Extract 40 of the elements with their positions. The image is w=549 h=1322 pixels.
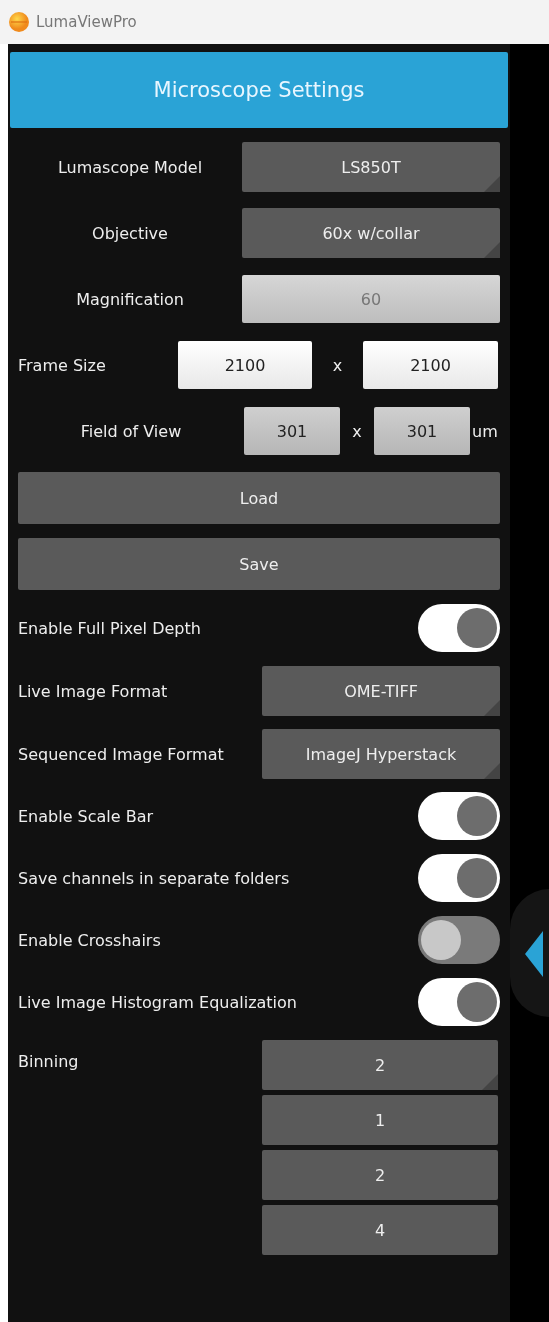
readonly-field: 60 (242, 275, 500, 323)
dropdown-button[interactable]: ImageJ Hyperstack (262, 729, 500, 779)
action-button[interactable]: Save (18, 538, 500, 590)
setting-label: Live Image Histogram Equalization (18, 992, 297, 1012)
setting-label: Magnification (75, 289, 185, 309)
setting-label: Sequenced Image Format (18, 744, 225, 764)
toggle-switch[interactable] (418, 916, 500, 964)
dropdown-button[interactable]: LS850T (242, 142, 500, 192)
dropdown-option[interactable]: 2 (262, 1150, 498, 1200)
setting-label: Save channels in separate folders (18, 868, 290, 888)
collapse-arrow-icon (522, 929, 544, 979)
setting-label: Enable Full Pixel Depth (18, 618, 201, 638)
window-title: LumaViewPro (36, 13, 137, 31)
setting-label: Field of View (79, 421, 183, 441)
text-input[interactable]: 2100 (178, 341, 312, 389)
unit-text: um (472, 421, 498, 441)
toggle-switch[interactable] (418, 854, 500, 902)
readonly-field: 301 (374, 407, 470, 455)
dropdown-button[interactable]: OME-TIFF (262, 666, 500, 716)
header-title: Microscope Settings (153, 78, 365, 102)
setting-label: Objective (91, 223, 169, 243)
app-logo-icon (8, 11, 30, 33)
toggle-switch[interactable] (418, 978, 500, 1026)
toggle-switch[interactable] (418, 604, 500, 652)
setting-label: Frame Size (18, 355, 107, 375)
dropdown-option[interactable]: 4 (262, 1205, 498, 1255)
separator-text: x (351, 421, 363, 441)
toggle-switch[interactable] (418, 792, 500, 840)
setting-label: Live Image Format (18, 681, 169, 701)
text-input[interactable]: 2100 (363, 341, 498, 389)
dropdown-button[interactable]: 2 (262, 1040, 498, 1090)
setting-label: Enable Scale Bar (18, 806, 154, 826)
dropdown-option[interactable]: 1 (262, 1095, 498, 1145)
setting-label: Binning (18, 1051, 80, 1071)
setting-label: Enable Crosshairs (18, 930, 161, 950)
action-button[interactable]: Load (18, 472, 500, 524)
readonly-field: 301 (244, 407, 340, 455)
setting-label: Lumascope Model (56, 157, 204, 177)
dropdown-button[interactable]: 60x w/collar (242, 208, 500, 258)
separator-text: x (331, 355, 344, 375)
